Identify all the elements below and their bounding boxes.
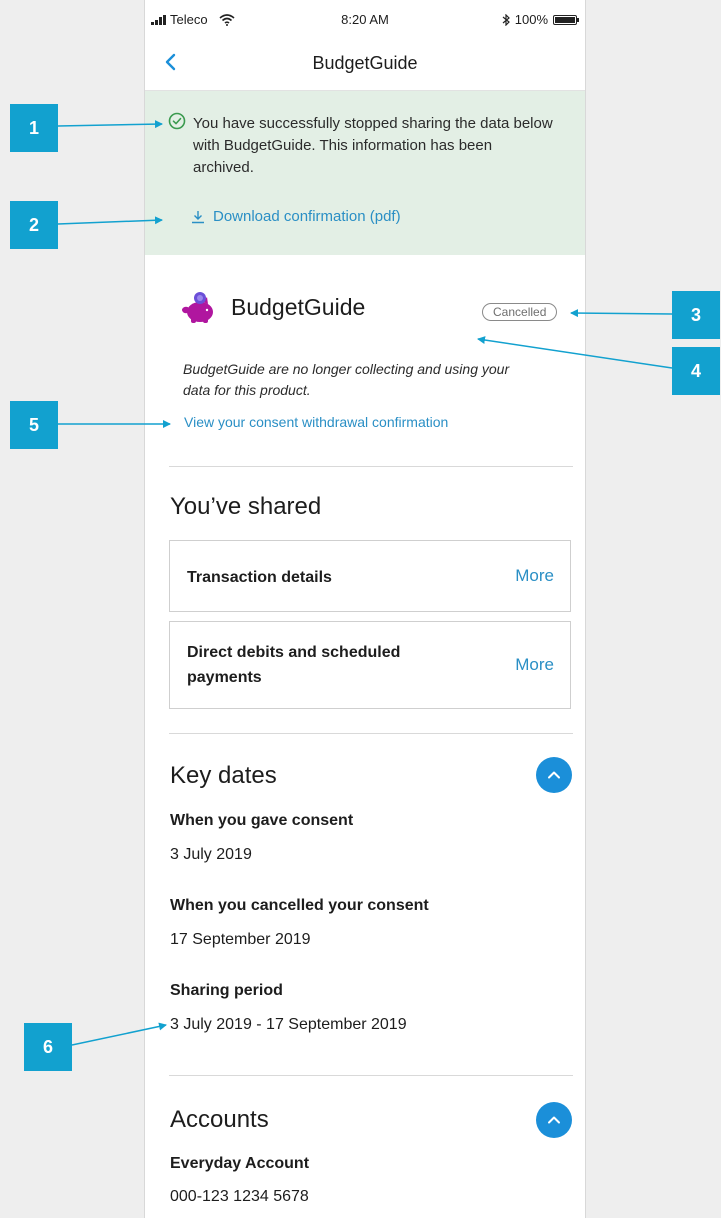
shared-item-direct-debits: Direct debits and scheduled payments Mor… [169,621,571,709]
status-right: 100% [502,12,579,27]
key-date-label: When you cancelled your consent [170,897,429,914]
more-link[interactable]: More [515,566,554,586]
provider-header: BudgetGuide [181,290,365,324]
bluetooth-icon [502,13,510,26]
callout-3: 3 [672,291,720,339]
nav-bar: BudgetGuide [145,36,585,91]
status-bar: Teleco 8:20 AM 100% [145,8,585,32]
shared-item-label: Direct debits and scheduled payments [187,644,401,686]
download-label: Download confirmation (pdf) [213,208,401,225]
shared-heading: You’ve shared [170,493,322,520]
key-date-value: 17 September 2019 [170,931,311,948]
success-banner: You have successfully stopped sharing th… [145,91,585,255]
battery-icon [553,14,579,25]
accounts-heading: Accounts [170,1106,269,1133]
key-date-value: 3 July 2019 [170,846,252,863]
divider [169,733,573,734]
status-badge: Cancelled [482,303,558,321]
collapse-accounts-button[interactable] [536,1102,572,1138]
phone-screen: Teleco 8:20 AM 100% BudgetGuide You have… [144,0,586,1218]
account-name: Everyday Account [170,1155,310,1172]
shared-item-transaction-details: Transaction details More [169,540,571,612]
callout-5: 5 [10,401,58,449]
callout-1: 1 [10,104,58,152]
check-circle-icon [168,112,186,130]
shared-item-label: Transaction details [187,569,332,586]
banner-message: You have successfully stopped sharing th… [193,115,553,176]
download-icon [192,210,204,223]
download-confirmation-link[interactable]: Download confirmation (pdf) [191,208,401,225]
consent-status-note: BudgetGuide are no longer collecting and… [183,361,510,398]
key-date-value: 3 July 2019 - 17 September 2019 [170,1016,407,1033]
page-title: BudgetGuide [312,53,418,73]
key-date-label: Sharing period [170,982,283,999]
divider [169,1075,573,1076]
callout-arrow-3 [570,309,673,318]
chevron-up-icon [548,771,560,779]
more-link[interactable]: More [515,655,554,675]
account-number: 000-123 1234 5678 [170,1188,309,1205]
divider [169,466,573,467]
key-date-label: When you gave consent [170,812,354,829]
collapse-key-dates-button[interactable] [536,757,572,793]
callout-6: 6 [24,1023,72,1071]
withdrawal-confirmation-link[interactable]: View your consent withdrawal confirmatio… [184,414,448,430]
provider-name: BudgetGuide [231,293,366,320]
callout-4: 4 [672,347,720,395]
chevron-up-icon [548,1116,560,1124]
callout-2: 2 [10,201,58,249]
key-dates-heading: Key dates [170,762,277,789]
piggy-bank-icon [182,292,213,323]
battery-percent: 100% [514,12,548,27]
